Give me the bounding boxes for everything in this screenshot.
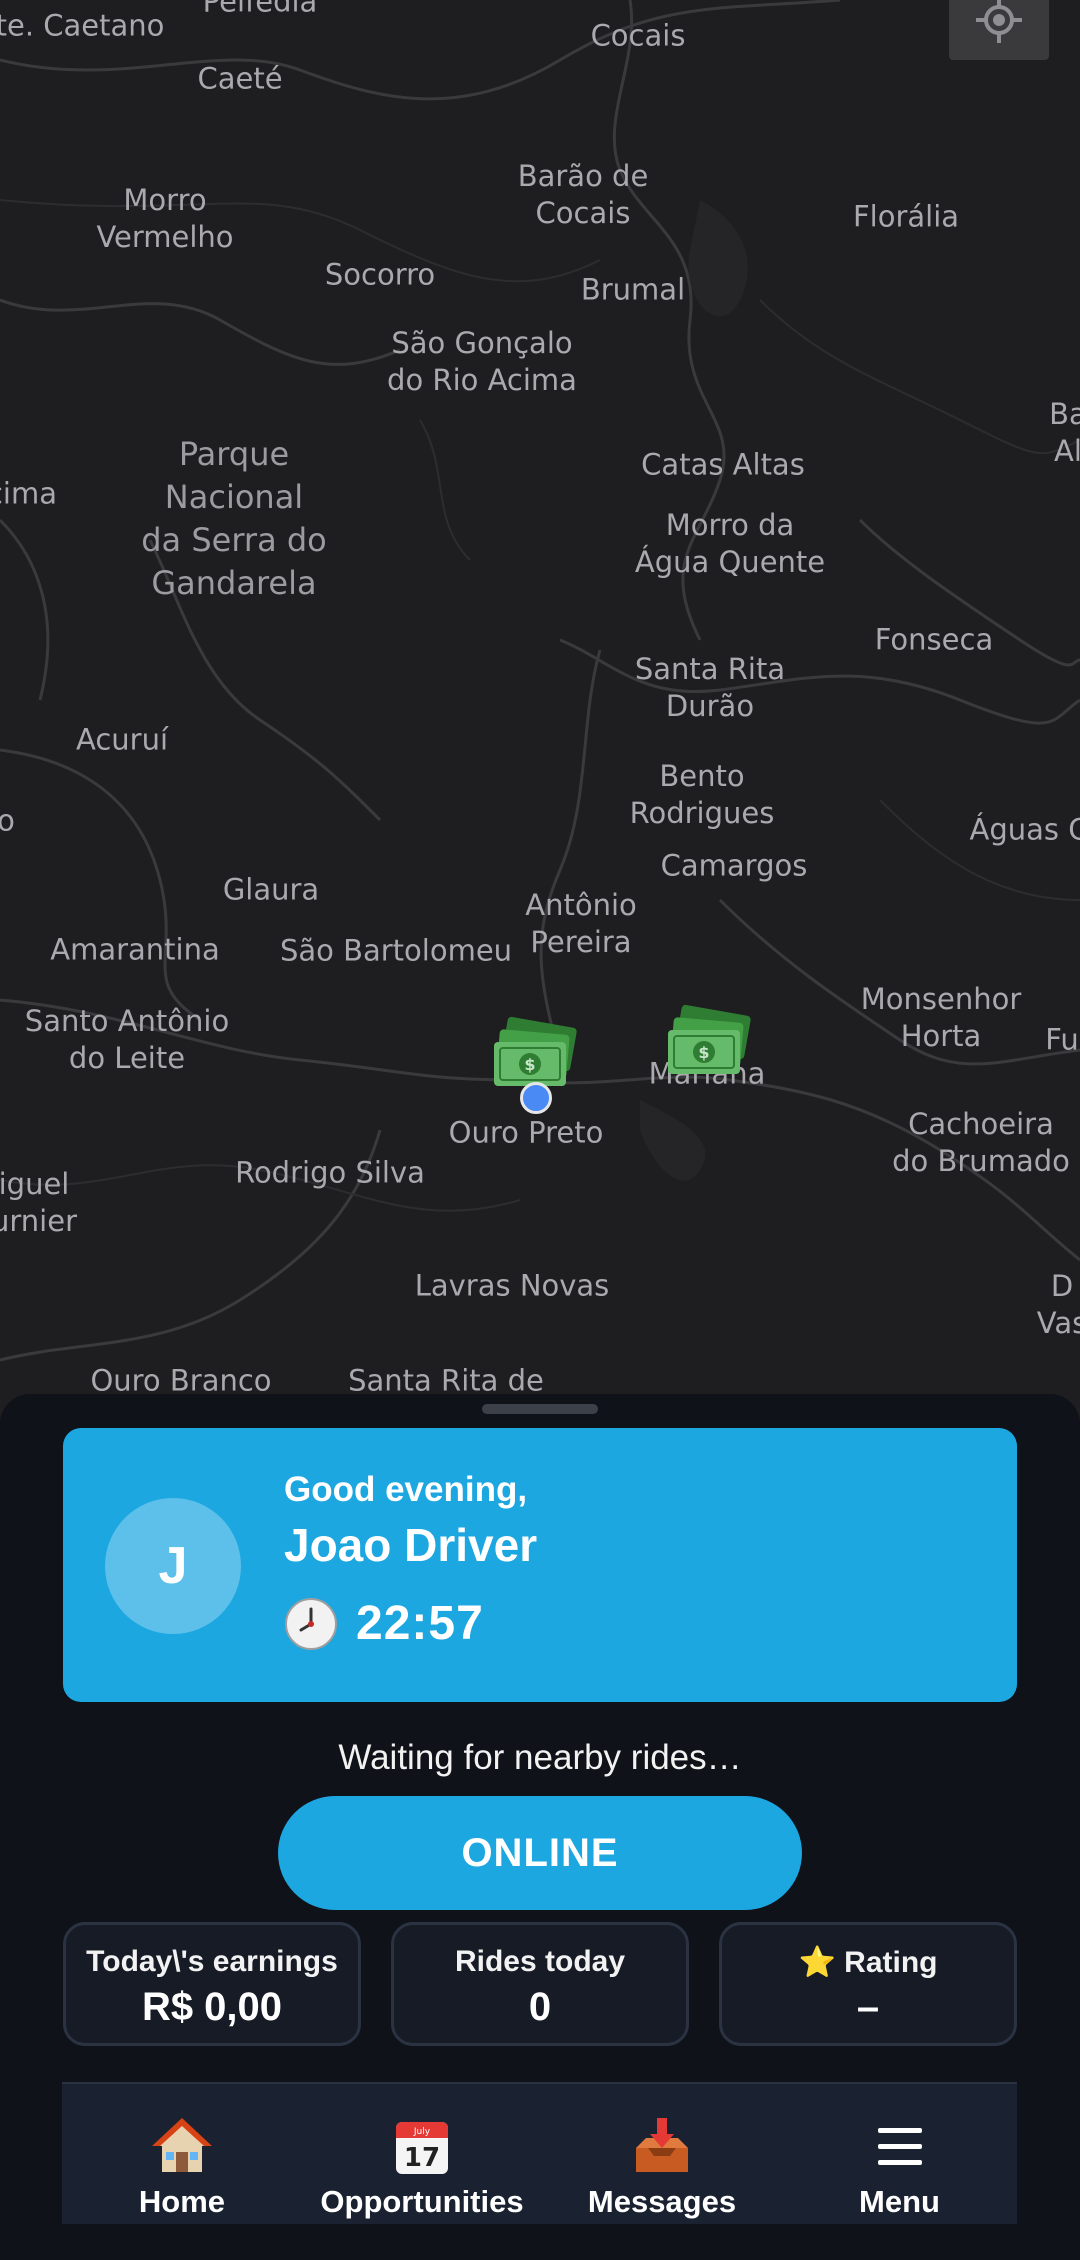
current-location-dot [520, 1082, 552, 1114]
stat-label: Today\'s earnings [86, 1945, 338, 1978]
driver-name: Joao Driver [284, 1519, 538, 1571]
map-view[interactable]: te. Caetano Pelfedia Cocais Caeté Morro Verm… [0, 0, 1080, 1400]
hamburger-icon [877, 2128, 922, 2165]
map-place-label: D Vas [1036, 1269, 1080, 1340]
map-place-label: Santo Antônio do Leite [24, 1004, 230, 1075]
map-place-label: Bento Rodrigues [629, 759, 775, 830]
map-place-label: Amarantina [50, 932, 220, 967]
map-place-label: cima [0, 476, 58, 511]
money-stack-icon: $ [668, 1004, 751, 1074]
greeting-text: Good evening, [284, 1470, 528, 1509]
ride-marker-mariana[interactable]: $ [664, 1004, 754, 1089]
stat-value: R$ 0,00 [141, 1985, 283, 2029]
map-place-label: iguel urnier [0, 1167, 77, 1238]
map-place-label: Lavras Novas [414, 1268, 610, 1303]
sheet-grabber[interactable] [482, 1404, 598, 1414]
map-place-label: Fonseca [874, 622, 994, 657]
map-place-label: Brumal [580, 272, 686, 307]
map-place-label: Antônio Pereira [525, 888, 637, 959]
avatar-initial: J [158, 1537, 188, 1595]
inbox-tray-icon [636, 2118, 688, 2172]
stat-label: Rides today [454, 1945, 626, 1978]
map-place-label: Pelfedia [202, 0, 318, 19]
nav-label: Menu [859, 2184, 940, 2219]
svg-text:$: $ [524, 1055, 535, 1074]
online-toggle-button[interactable]: ONLINE [278, 1796, 802, 1910]
svg-text:17: 17 [404, 2143, 440, 2173]
nav-label: Messages [587, 2184, 737, 2219]
map-place-label: Camargos [660, 848, 808, 883]
map-place-label: Cocais [590, 18, 686, 53]
stat-earnings: Today\'s earnings R$ 0,00 [63, 1922, 361, 2046]
driver-bottom-sheet: J Good evening, Joao Driver 22:57 Waitin… [0, 1394, 1080, 2260]
nav-label: Home [138, 2184, 226, 2219]
map-place-label: São Gonçalo do Rio Acima [387, 326, 577, 397]
map-place-label: Ouro Preto [448, 1115, 604, 1150]
map-place-label: Cachoeira do Brumado [892, 1107, 1070, 1178]
greeting-card: J Good evening, Joao Driver 22:57 [63, 1428, 1017, 1702]
map-place-label: Morro Vermelho [96, 183, 234, 254]
nav-label: Opportunities [320, 2184, 524, 2219]
time-row: 22:57 [284, 1596, 484, 1651]
map-place-label: Santa Rita Durão [634, 652, 786, 723]
stat-rides-today: Rides today 0 [391, 1922, 689, 2046]
current-time: 22:57 [356, 1597, 484, 1650]
map-place-label: Ba Al [1049, 397, 1080, 468]
map-place-label: Fu [1045, 1022, 1079, 1057]
map-place-label: Barão de Cocais [517, 159, 649, 230]
map-place-label: São Bartolomeu [279, 933, 513, 968]
svg-text:$: $ [698, 1043, 709, 1062]
calendar-icon: July 17 [396, 2122, 448, 2174]
house-icon [152, 2118, 212, 2172]
bottom-nav: Home July 17 Opportunities Messages Menu [62, 2082, 1017, 2224]
crosshair-icon [976, 0, 1022, 43]
stat-value: 0 [528, 1985, 552, 2029]
map-place-label: te. Caetano [0, 8, 165, 43]
nav-opportunities[interactable]: July 17 Opportunities [302, 2084, 542, 2224]
stat-label: ⭐ Rating [798, 1946, 938, 1979]
map-place-label: Rodrigo Silva [235, 1155, 425, 1190]
nav-messages[interactable]: Messages [542, 2084, 782, 2224]
map-place-label: Caeté [197, 61, 283, 96]
avatar: J [105, 1498, 241, 1634]
map-place-label: Monsenhor Horta [860, 982, 1022, 1053]
map-place-label: Socorro [324, 257, 436, 292]
locate-me-button[interactable] [949, 0, 1049, 60]
map-place-label: Catas Altas [641, 447, 805, 482]
map-place-label: Águas C [969, 812, 1080, 847]
stat-value: – [856, 1985, 880, 2029]
nav-home[interactable]: Home [62, 2084, 302, 2224]
svg-text:July: July [413, 2127, 431, 2137]
nav-menu[interactable]: Menu [782, 2084, 1017, 2224]
map-place-label: Glaura [222, 872, 320, 907]
stat-rating: ⭐ Rating – [719, 1922, 1017, 2046]
map-place-label: Morro da Água Quente [634, 508, 826, 579]
status-message: Waiting for nearby rides… [338, 1738, 742, 1777]
map-place-label: o [0, 803, 15, 838]
map-place-label: Acuruí [75, 722, 169, 757]
map-place-label: Florália [852, 199, 960, 234]
map-place-label: Parque Nacional da Serra do Gandarela [141, 435, 327, 602]
clock-icon [285, 1597, 337, 1650]
